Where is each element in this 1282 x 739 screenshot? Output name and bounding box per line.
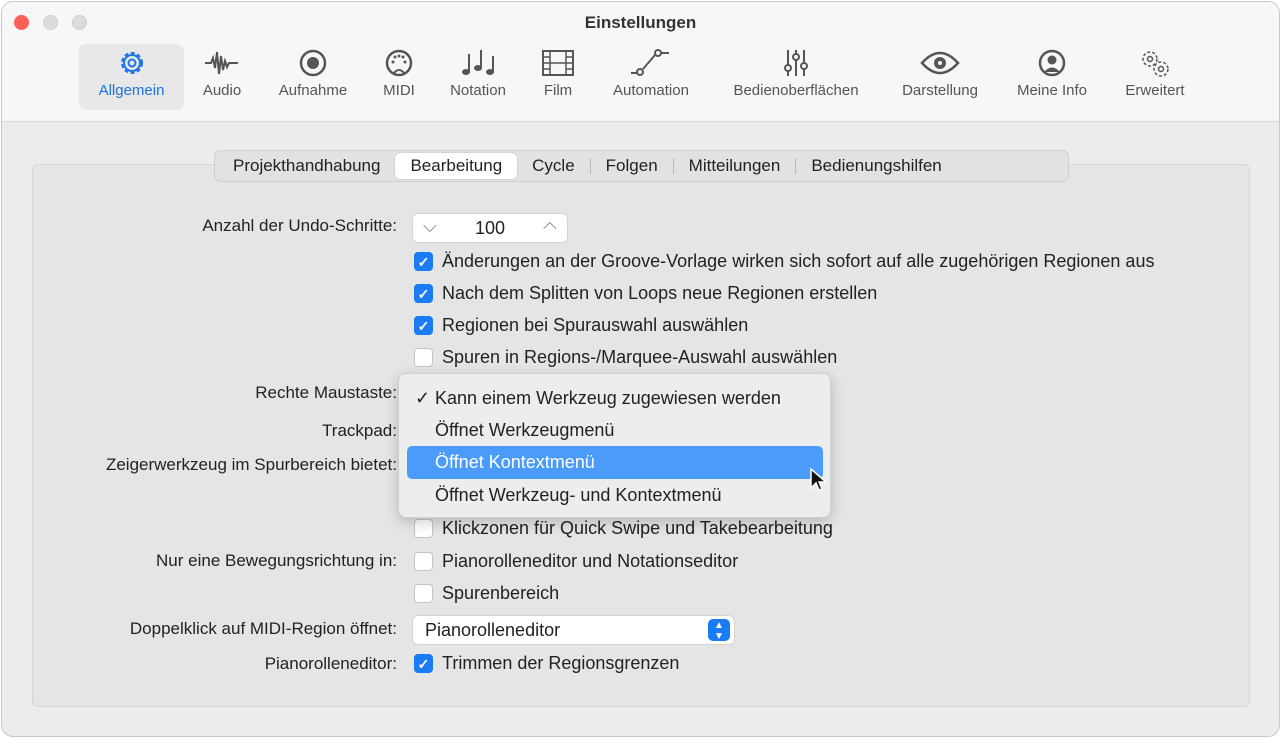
double-click-popup[interactable]: Pianorolleneditor ▲ ▼ [412, 615, 735, 645]
double-click-label: Doppelklick auf MIDI-Region öffnet: [129, 619, 397, 638]
checkbox-tracks-area[interactable] [414, 584, 433, 603]
tab-projekthandhabung[interactable]: Projekthandhabung [218, 153, 395, 179]
toolbar-label: Notation [450, 82, 506, 99]
tab-folgen[interactable]: Folgen [591, 153, 673, 179]
toolbar-label: Bedienoberflächen [733, 82, 859, 99]
toolbar-label: MIDI [383, 82, 415, 99]
checkbox-split-loops[interactable]: ✓ [414, 284, 433, 303]
waveform-icon [192, 44, 252, 82]
gears-icon [1114, 44, 1196, 82]
toolbar-bedienoberflaechen[interactable]: Bedienoberflächen [718, 44, 874, 110]
tab-mitteilungen[interactable]: Mitteilungen [674, 153, 796, 179]
menu-item-label: Kann einem Werkzeug zugewiesen werden [435, 388, 781, 408]
film-icon [532, 44, 584, 82]
notes-icon [440, 44, 516, 82]
chevron-up-icon[interactable]: ⌵ [543, 217, 557, 238]
menu-item-assign-tool[interactable]: ✓ Kann einem Werkzeug zugewiesen werden [407, 382, 823, 415]
checkbox-click-zones[interactable] [414, 519, 433, 538]
checkbox-piano-notation[interactable] [414, 552, 433, 571]
one-direction-label: Nur eine Bewegungsrichtung in: [156, 551, 397, 570]
toolbar-label: Aufnahme [278, 82, 348, 99]
mouse-cursor-icon [810, 468, 827, 491]
menu-item-context-menu[interactable]: Öffnet Kontextmenü [407, 446, 823, 479]
toolbar-darstellung[interactable]: Darstellung [890, 44, 990, 110]
toolbar-aufnahme[interactable]: Aufnahme [268, 44, 358, 110]
tab-cycle[interactable]: Cycle [517, 153, 590, 179]
sliders-icon [718, 44, 874, 82]
toolbar-allgemein[interactable]: Allgemein [79, 44, 184, 110]
window-title: Einstellungen [584, 13, 697, 32]
menu-item-tool-and-context[interactable]: Öffnet Werkzeug- und Kontextmenü [407, 479, 823, 512]
tab-bar: Projekthandhabung Bearbeitung Cycle Folg… [214, 150, 1069, 182]
menu-item-label: Öffnet Werkzeug- und Kontextmenü [435, 485, 722, 505]
toolbar-label: Allgemein [98, 82, 165, 99]
person-icon [1006, 44, 1098, 82]
updown-chevron-icon: ▲ ▼ [708, 619, 730, 642]
tab-bearbeitung[interactable]: Bearbeitung [395, 153, 518, 179]
toolbar-label: Automation [613, 82, 689, 99]
toolbar-audio[interactable]: Audio [192, 44, 252, 110]
toolbar-label: Meine Info [1016, 82, 1088, 99]
checkbox-trim-regions-label: Trimmen der Regionsgrenzen [442, 653, 680, 673]
settings-window: Einstellungen Allgemein Audio Aufnahme M… [1, 1, 1280, 737]
menu-item-label: Öffnet Kontextmenü [435, 452, 595, 472]
eye-icon [890, 44, 990, 82]
checkbox-piano-notation-label: Pianorolleneditor und Notationseditor [442, 551, 739, 571]
menu-item-tool-menu[interactable]: Öffnet Werkzeugmenü [407, 414, 823, 447]
toolbar-film[interactable]: Film [532, 44, 584, 110]
pointer-tool-label: Zeigerwerkzeug im Spurbereich bietet: [105, 455, 397, 474]
tab-bedienungshilfen[interactable]: Bedienungshilfen [796, 153, 956, 179]
toolbar-automation[interactable]: Automation [602, 44, 700, 110]
toolbar: Einstellungen Allgemein Audio Aufnahme M… [2, 2, 1279, 122]
checkbox-tracks-area-label: Spurenbereich [442, 583, 560, 603]
trackpad-label: Trackpad: [322, 421, 397, 440]
checkbox-trim-regions[interactable]: ✓ [414, 654, 433, 673]
checkbox-select-tracks[interactable] [414, 348, 433, 367]
checkbox-select-regions[interactable]: ✓ [414, 316, 433, 335]
right-mouse-label: Rechte Maustaste: [255, 383, 397, 402]
checkmark-icon: ✓ [415, 388, 431, 408]
toolbar-midi[interactable]: MIDI [374, 44, 424, 110]
undo-label: Anzahl der Undo-Schritte: [202, 216, 397, 235]
toolbar-meine-info[interactable]: Meine Info [1006, 44, 1098, 110]
menu-item-label: Öffnet Werkzeugmenü [435, 420, 615, 440]
checkbox-select-tracks-label: Spuren in Regions-/Marquee-Auswahl auswä… [442, 347, 838, 367]
checkbox-split-loops-label: Nach dem Splitten von Loops neue Regione… [442, 283, 878, 303]
checkbox-select-regions-label: Regionen bei Spurauswahl auswählen [442, 315, 749, 335]
checkbox-groove-label: Änderungen an der Groove-Vorlage wirken … [442, 251, 1155, 271]
toolbar-erweitert[interactable]: Erweitert [1114, 44, 1196, 110]
checkbox-groove[interactable]: ✓ [414, 252, 433, 271]
automation-icon [602, 44, 700, 82]
double-click-value: Pianorolleneditor [425, 620, 561, 640]
toolbar-label: Audio [202, 82, 242, 99]
checkbox-click-zones-label: Klickzonen für Quick Swipe und Takebearb… [442, 518, 833, 538]
right-mouse-menu: ✓ Kann einem Werkzeug zugewiesen werden Ö… [398, 373, 831, 518]
toolbar-notation[interactable]: Notation [440, 44, 516, 110]
toolbar-label: Erweitert [1125, 82, 1185, 99]
toolbar-label: Darstellung [902, 82, 978, 99]
midi-port-icon [374, 44, 424, 82]
record-icon [268, 44, 358, 82]
undo-stepper[interactable]: ⌵ 100 ⌵ [412, 213, 568, 243]
toolbar-label: Film [543, 82, 573, 99]
piano-roll-label: Pianorolleneditor: [264, 654, 397, 673]
gear-icon [79, 44, 184, 82]
